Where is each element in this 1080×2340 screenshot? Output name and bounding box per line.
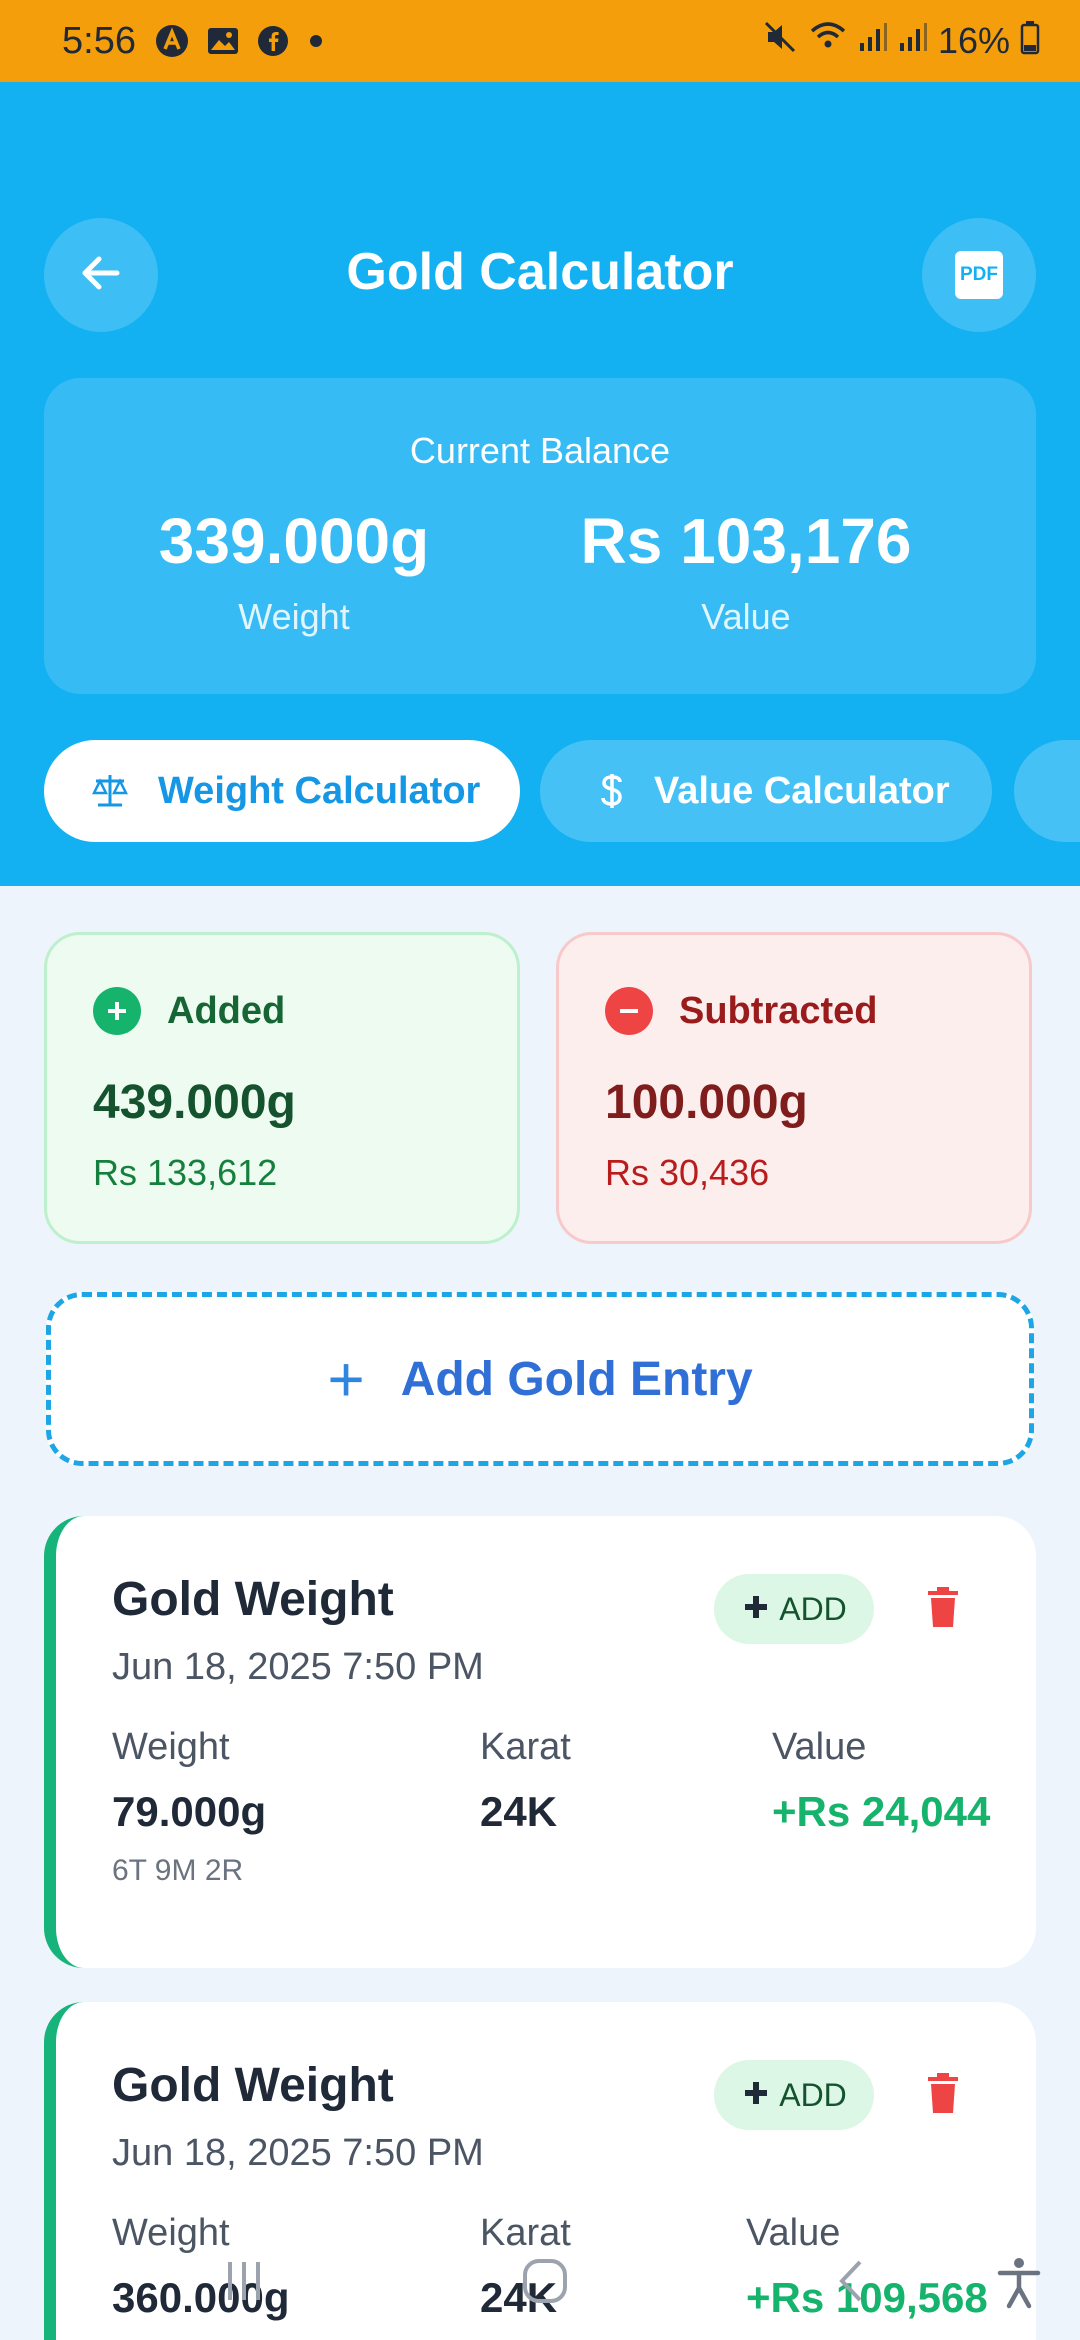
system-nav-bar: [0, 2240, 1080, 2340]
trash-icon: [926, 2073, 960, 2118]
plus-icon: +: [327, 1343, 365, 1415]
balance-heading: Current Balance: [409, 430, 671, 471]
weight-value: 79.000g: [112, 1788, 267, 1835]
entry-title: Gold Weight: [112, 2059, 394, 2112]
home-icon[interactable]: [520, 2256, 570, 2311]
plus-icon: [741, 2073, 771, 2118]
balance-card: Current Balance 339.000g Weight Rs 103,1…: [44, 378, 1036, 694]
balance-value-label: Value: [701, 596, 791, 637]
entry-date: Jun 18, 2025 7:50 PM: [112, 2132, 484, 2174]
tab-value-calculator-label: Value Calculator: [654, 769, 950, 812]
added-summary-card: Added 439.000g Rs 133,612: [44, 932, 520, 1244]
karat-label: Karat: [480, 1726, 571, 1768]
delete-entry-button[interactable]: [926, 1586, 960, 1633]
added-weight: 439.000g: [93, 1076, 296, 1129]
mute-icon: [762, 19, 798, 64]
status-bar: 5:56 16%: [0, 0, 1080, 82]
header: Gold Calculator PDF Current Balance 339.…: [0, 82, 1080, 886]
tab-weight-calculator-label: Weight Calculator: [158, 769, 481, 812]
dot-icon: [306, 31, 326, 51]
subtracted-weight: 100.000g: [605, 1076, 808, 1129]
pdf-icon: PDF: [955, 251, 1003, 299]
balance-weight-label: Weight: [238, 596, 350, 637]
trash-icon: [926, 1587, 960, 1632]
back-nav-icon[interactable]: [832, 2256, 868, 2311]
plus-circle-icon: [93, 987, 141, 1035]
plus-icon: [741, 1587, 771, 1632]
subtracted-header: Subtracted: [605, 987, 1029, 1035]
wifi-icon: [808, 19, 848, 64]
entry-type-label: ADD: [779, 1590, 847, 1627]
pdf-export-button[interactable]: PDF: [922, 218, 1036, 332]
page-title: Gold Calculator: [346, 243, 734, 301]
gold-entry-card[interactable]: Gold Weight Jun 18, 2025 7:50 PM ADD Wei…: [44, 1516, 1036, 1968]
accessibility-icon[interactable]: [996, 2256, 1042, 2315]
subtracted-summary-card: Subtracted 100.000g Rs 30,436: [556, 932, 1032, 1244]
dollar-icon: [598, 771, 626, 811]
balance-weight-value: 339.000g: [158, 505, 430, 577]
karat-value: 24K: [480, 1788, 558, 1835]
image-icon: [206, 24, 240, 58]
added-label: Added: [167, 989, 286, 1032]
minus-circle-icon: [605, 987, 653, 1035]
balance-value-amount: Rs 103,176: [580, 505, 912, 577]
value-amount: +Rs 24,044: [772, 1788, 991, 1835]
tab-next[interactable]: [1014, 740, 1080, 842]
balance-value: Rs 103,176 Value: [526, 504, 966, 638]
status-time: 5:56: [62, 19, 136, 62]
add-gold-entry-button[interactable]: + Add Gold Entry: [46, 1292, 1034, 1466]
added-header: Added: [93, 987, 517, 1035]
value-label: Value: [772, 1726, 867, 1768]
weight-detail: 6T 9M 2R: [112, 1854, 244, 1887]
subtracted-value: Rs 30,436: [605, 1152, 770, 1193]
entry-title: Gold Weight: [112, 1573, 394, 1626]
added-value: Rs 133,612: [93, 1152, 278, 1193]
entry-type-badge: ADD: [714, 2060, 874, 2130]
balance-weight: 339.000g Weight: [74, 504, 514, 638]
a-icon: [154, 23, 190, 59]
entry-type-badge: ADD: [714, 1574, 874, 1644]
signal-icon: [858, 19, 888, 64]
pdf-icon-label: PDF: [960, 264, 998, 285]
scale-icon: [90, 771, 130, 811]
subtracted-label: Subtracted: [679, 989, 878, 1032]
battery-percent: 16%: [937, 20, 1010, 61]
recents-icon[interactable]: [222, 2256, 266, 2311]
tab-weight-calculator[interactable]: Weight Calculator: [44, 740, 520, 842]
entry-type-label: ADD: [779, 2076, 847, 2113]
weight-label: Weight: [112, 1726, 230, 1768]
delete-entry-button[interactable]: [926, 2072, 960, 2119]
calculator-tabs: Weight Calculator Value Calculator: [0, 740, 1080, 842]
facebook-icon: [256, 24, 290, 58]
tab-value-calculator[interactable]: Value Calculator: [540, 740, 992, 842]
battery-icon: [1020, 19, 1040, 64]
entry-date: Jun 18, 2025 7:50 PM: [112, 1646, 484, 1688]
add-gold-entry-label: Add Gold Entry: [400, 1352, 753, 1406]
signal-icon: [898, 19, 928, 64]
